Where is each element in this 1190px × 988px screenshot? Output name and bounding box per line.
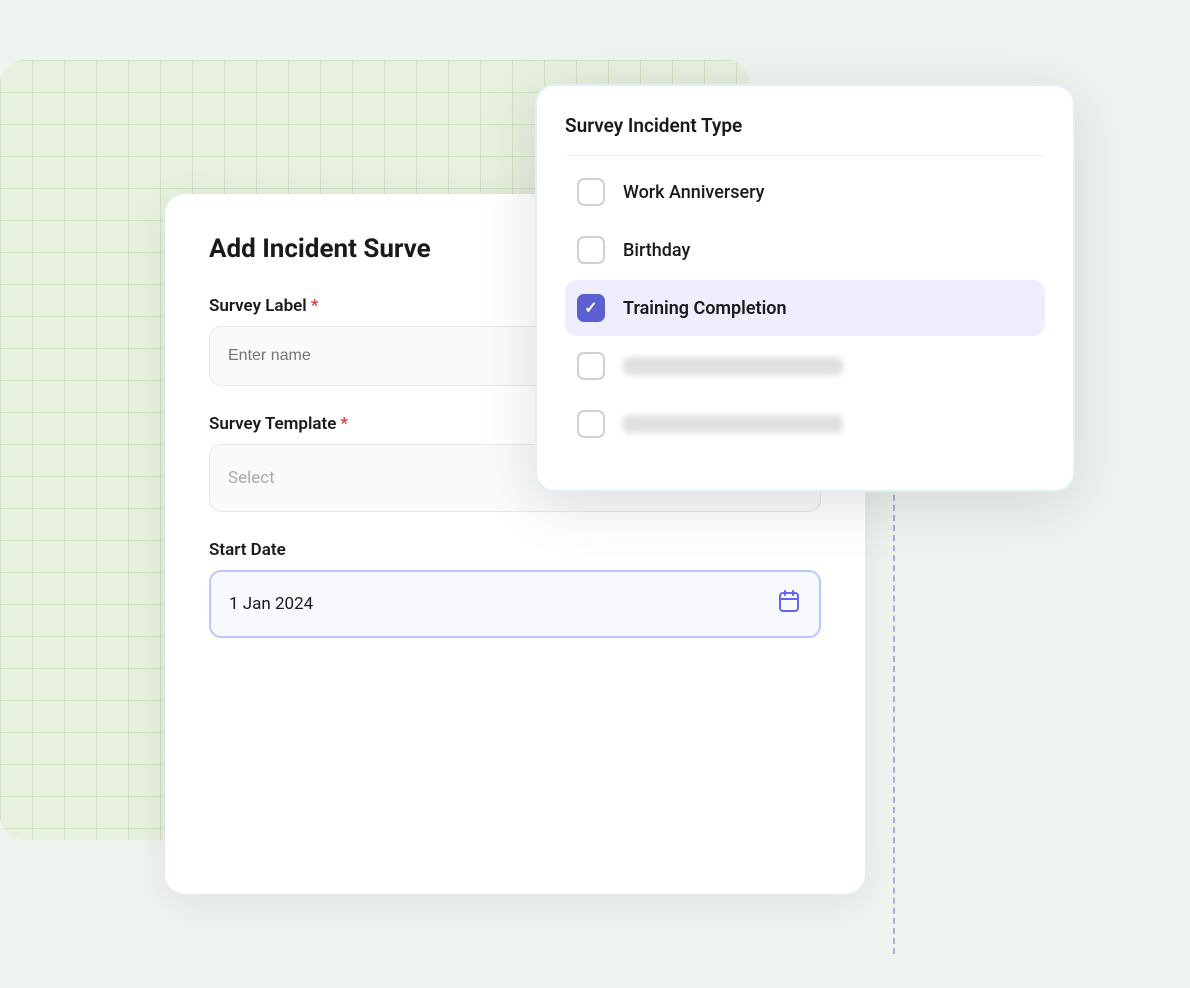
dropdown-card: Survey Incident Type Work Anniversery Bi… [535,84,1075,492]
select-placeholder: Select [228,468,275,488]
item-label-work-anniversary: Work Anniversery [623,182,764,203]
checkbox-training-completion[interactable] [577,294,605,322]
dropdown-item-work-anniversary[interactable]: Work Anniversery [565,164,1045,220]
start-date-field: Start Date 1 Jan 2024 [209,540,821,638]
start-date-input[interactable]: 1 Jan 2024 [209,570,821,638]
checkbox-blurred-2[interactable] [577,410,605,438]
item-label-training-completion: Training Completion [623,298,787,319]
item-label-birthday: Birthday [623,240,690,261]
calendar-icon [777,589,801,619]
dropdown-item-birthday[interactable]: Birthday [565,222,1045,278]
required-indicator-2: * [340,414,348,434]
checkbox-blurred-1[interactable] [577,352,605,380]
dropdown-item-blurred-1[interactable] [565,338,1045,394]
date-value: 1 Jan 2024 [229,594,313,614]
dropdown-item-training-completion[interactable]: Training Completion [565,280,1045,336]
start-date-label: Start Date [209,540,821,560]
checkbox-work-anniversary[interactable] [577,178,605,206]
dropdown-title: Survey Incident Type [565,114,1045,156]
item-label-blurred-1 [623,357,843,375]
dropdown-item-blurred-2[interactable] [565,396,1045,452]
item-label-blurred-2 [623,415,843,433]
required-indicator: * [311,296,319,316]
checkbox-birthday[interactable] [577,236,605,264]
